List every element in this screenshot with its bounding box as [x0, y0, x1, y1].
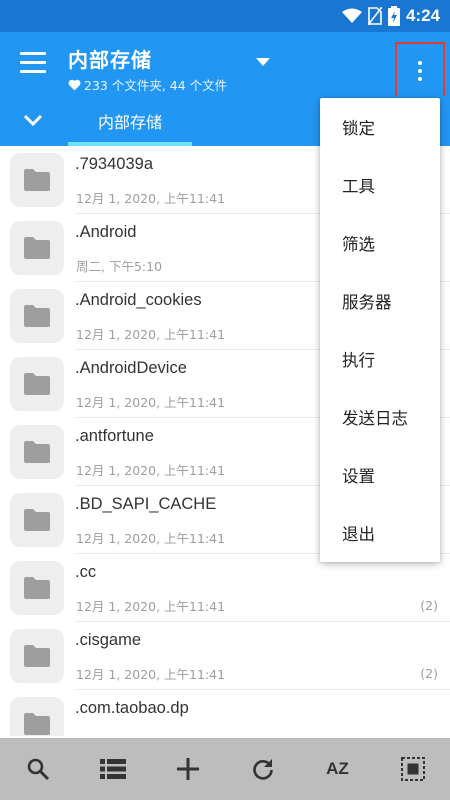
- folder-thumbnail: [10, 697, 64, 736]
- folder-thumbnail: [10, 357, 64, 411]
- folder-thumbnail: [10, 629, 64, 683]
- bottom-toolbar: AZ: [0, 738, 450, 800]
- folder-icon: [24, 441, 50, 463]
- search-button[interactable]: [18, 749, 58, 789]
- file-date: 12月 1, 2020, 上午11:41: [76, 191, 226, 206]
- file-date: 12月 1, 2020, 上午11:41: [76, 667, 226, 682]
- folder-thumbnail: [10, 561, 64, 615]
- app-bar: 内部存储 233 个文件夹, 44 个文件: [0, 32, 450, 100]
- file-date: 12月 1, 2020, 上午11:41: [76, 463, 226, 478]
- folder-icon: [24, 713, 50, 735]
- list-view-icon: [99, 759, 126, 779]
- list-view-button[interactable]: [93, 749, 133, 789]
- select-all-button[interactable]: [393, 749, 433, 789]
- menu-item[interactable]: 设置: [320, 446, 440, 504]
- menu-item[interactable]: 筛选: [320, 214, 440, 272]
- file-name: .antfortune: [75, 427, 154, 445]
- folder-icon: [24, 373, 50, 395]
- add-button[interactable]: [168, 749, 208, 789]
- folder-icon: [24, 645, 50, 667]
- folder-thumbnail: [10, 289, 64, 343]
- more-vert-icon: [418, 61, 422, 81]
- folder-icon: [24, 305, 50, 327]
- select-all-icon: [400, 757, 425, 781]
- menu-item[interactable]: 发送日志: [320, 388, 440, 446]
- folder-icon: [24, 237, 50, 259]
- file-name: .cisgame: [75, 631, 142, 649]
- status-bar: 4:24: [0, 0, 450, 32]
- item-count: (2): [420, 666, 438, 681]
- folder-file-count: 233 个文件夹, 44 个文件: [84, 78, 228, 93]
- heart-icon: [68, 79, 81, 90]
- file-name: .Android: [75, 223, 137, 241]
- menu-icon[interactable]: [20, 52, 46, 74]
- refresh-icon: [252, 759, 273, 780]
- page-subtitle: 233 个文件夹, 44 个文件: [68, 75, 227, 94]
- file-name: .AndroidDevice: [75, 359, 187, 377]
- title-block[interactable]: 内部存储 233 个文件夹, 44 个文件: [68, 44, 227, 94]
- no-sim-icon: [367, 7, 382, 25]
- file-name: .7934039a: [75, 155, 153, 173]
- search-icon: [27, 758, 49, 781]
- file-row[interactable]: .cisgame 12月 1, 2020, 上午11:41 (2): [0, 622, 450, 690]
- folder-icon: [24, 509, 50, 531]
- overflow-menu: 锁定 工具 筛选 服务器 执行 发送日志 设置 退出: [320, 98, 440, 562]
- status-icons: 4:24: [341, 6, 440, 26]
- wifi-icon: [341, 8, 362, 23]
- menu-item[interactable]: 工具: [320, 156, 440, 214]
- add-icon: [176, 758, 199, 780]
- file-name: .com.taobao.dp: [75, 699, 189, 717]
- menu-item[interactable]: 锁定: [320, 98, 440, 156]
- folder-thumbnail: [10, 221, 64, 275]
- status-time: 4:24: [405, 6, 440, 25]
- file-date: 12月 1, 2020, 上午11:41: [76, 531, 226, 546]
- file-name: .cc: [75, 563, 97, 581]
- file-row[interactable]: .com.taobao.dp 12月 1, 2020, 上午11:41: [0, 690, 450, 736]
- file-date: 12月 1, 2020, 上午11:41: [76, 327, 226, 342]
- tab-internal-storage[interactable]: 内部存储: [68, 96, 192, 146]
- folder-icon: [24, 169, 50, 191]
- file-row[interactable]: .cc 12月 1, 2020, 上午11:41 (2): [0, 554, 450, 622]
- more-options-button[interactable]: [395, 42, 445, 100]
- sort-button[interactable]: AZ: [318, 749, 358, 789]
- file-name: .BD_SAPI_CACHE: [75, 495, 217, 513]
- page-title: 内部存储: [68, 48, 152, 72]
- file-date: 12月 1, 2020, 上午11:41: [76, 599, 226, 614]
- caret-down-icon[interactable]: [256, 58, 270, 66]
- file-date: 12月 1, 2020, 上午11:41: [76, 732, 225, 736]
- battery-charging-icon: [387, 6, 400, 26]
- item-count: (2): [420, 598, 438, 613]
- file-name: .Android_cookies: [75, 291, 202, 309]
- sort-az-icon: AZ: [326, 759, 349, 778]
- file-date: 12月 1, 2020, 上午11:41: [76, 395, 226, 410]
- menu-item[interactable]: 退出: [320, 504, 440, 562]
- menu-item[interactable]: 执行: [320, 330, 440, 388]
- refresh-button[interactable]: [243, 749, 283, 789]
- folder-thumbnail: [10, 153, 64, 207]
- folder-thumbnail: [10, 425, 64, 479]
- folder-icon: [24, 577, 50, 599]
- file-date: 周二, 下午5:10: [76, 259, 163, 274]
- chevron-down-icon[interactable]: [22, 112, 44, 128]
- menu-item[interactable]: 服务器: [320, 272, 440, 330]
- folder-thumbnail: [10, 493, 64, 547]
